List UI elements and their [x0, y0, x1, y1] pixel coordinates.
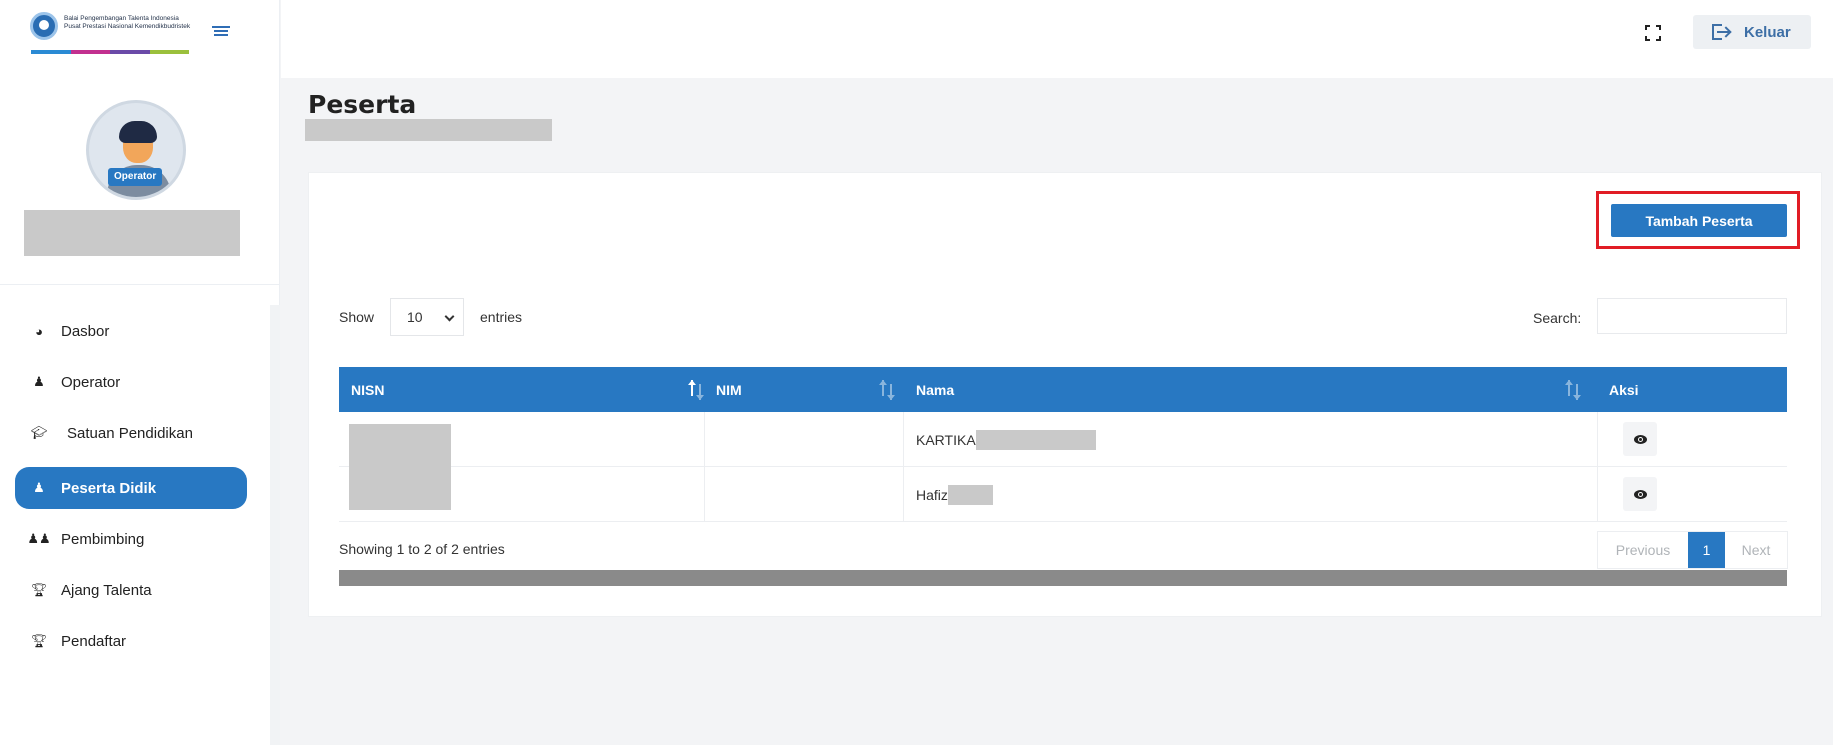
pagination-next[interactable]: Next: [1725, 532, 1787, 568]
column-label: NIM: [716, 381, 742, 398]
sort-icon: [879, 380, 896, 400]
sidebar-item-operator[interactable]: ♟ Operator: [15, 361, 247, 403]
entries-select[interactable]: 10: [390, 298, 464, 336]
column-header-aksi: Aksi: [1609, 367, 1759, 412]
logout-button[interactable]: Keluar: [1693, 15, 1811, 49]
user-icon: ♟: [33, 480, 45, 495]
sidebar-divider: [0, 284, 280, 285]
sidebar: Balai Pengembangan Talenta Indonesia Pus…: [0, 0, 280, 745]
column-header-nama[interactable]: Nama: [916, 367, 1586, 412]
sidebar-item-label: Ajang Talenta: [61, 581, 152, 599]
chevron-down-icon: [444, 311, 455, 322]
table-header: NISN NIM Nama Aksi: [339, 367, 1787, 412]
horizontal-scrollbar[interactable]: [339, 570, 1787, 586]
logo-text: Balai Pengembangan Talenta Indonesia Pus…: [64, 15, 191, 30]
column-label: NISN: [351, 381, 385, 398]
column-label: Aksi: [1609, 381, 1639, 398]
search-label: Search:: [1533, 310, 1582, 326]
entries-value: 10: [407, 309, 423, 325]
column-label: Nama: [916, 381, 955, 398]
user-icon: ♟: [33, 374, 45, 389]
column-divider: [1597, 412, 1598, 522]
sidebar-item-ajang-talenta[interactable]: 🏆︎ Ajang Talenta: [15, 569, 247, 611]
sidebar-item-label: Pendaftar: [61, 632, 127, 650]
column-divider: [704, 412, 705, 522]
role-badge: Operator: [108, 168, 163, 186]
topbar: [281, 0, 1833, 78]
sidebar-item-pendaftar[interactable]: 🏆︎ Pendaftar: [15, 620, 247, 662]
pagination-previous[interactable]: Previous: [1598, 532, 1688, 568]
eye-icon: [1633, 434, 1647, 444]
view-button[interactable]: [1623, 422, 1657, 456]
nama-cell: KARTIKA: [916, 412, 1096, 467]
sidebar-item-peserta-didik[interactable]: ♟ Peserta Didik: [15, 467, 247, 509]
eye-icon: [1633, 489, 1647, 499]
sidebar-item-label: Satuan Pendidikan: [67, 424, 193, 442]
sidebar-item-label: Pembimbing: [61, 530, 145, 548]
sort-icon: [1565, 380, 1582, 400]
graduation-cap-icon: 🎓︎: [30, 425, 48, 440]
entries-label: entries: [480, 309, 523, 325]
nisn-redacted: [349, 424, 451, 510]
trophy-icon: 🏆︎: [30, 633, 48, 648]
page-title: Peserta: [308, 90, 417, 119]
sidebar-item-pembimbing[interactable]: ♟♟ Pembimbing: [15, 518, 247, 560]
users-icon: ♟♟: [27, 531, 51, 546]
logout-label: Keluar: [1744, 23, 1791, 41]
dashboard-icon: ◕: [35, 323, 43, 339]
menu-toggle-icon[interactable]: [212, 26, 230, 38]
column-divider: [903, 412, 904, 522]
column-header-nim[interactable]: NIM: [716, 367, 906, 412]
trophy-icon: 🏆︎: [30, 582, 48, 597]
search-input[interactable]: [1597, 298, 1787, 334]
user-name-redacted: [24, 210, 240, 256]
sidebar-item-dasbor[interactable]: ◕ Dasbor: [15, 310, 247, 352]
add-participant-button[interactable]: Tambah Peserta: [1611, 204, 1787, 237]
logo: Balai Pengembangan Talenta Indonesia Pus…: [28, 10, 190, 56]
show-label: Show: [339, 309, 375, 325]
logout-icon: [1712, 24, 1730, 40]
pagination-page-1[interactable]: 1: [1688, 532, 1725, 568]
logo-color-bar: [31, 50, 189, 54]
view-button[interactable]: [1623, 477, 1657, 511]
nama-cell: Hafiz: [916, 467, 993, 522]
nama-value: Hafiz: [916, 486, 948, 503]
pagination: Previous 1 Next: [1597, 531, 1788, 569]
sidebar-item-label: Dasbor: [61, 322, 110, 340]
table-row: KARTIKA: [339, 412, 1787, 467]
table-row: Hafiz: [339, 467, 1787, 522]
fullscreen-icon[interactable]: [1645, 25, 1661, 41]
redacted-block: [975, 429, 1096, 450]
column-header-nisn[interactable]: NISN: [351, 367, 704, 412]
sidebar-item-satuan-pendidikan[interactable]: 🎓︎ Satuan Pendidikan: [15, 412, 247, 454]
sidebar-item-label: Peserta Didik: [61, 479, 157, 497]
nama-value: KARTIKA: [916, 431, 976, 448]
redacted-block: [947, 484, 993, 505]
logo-emblem-icon: [30, 12, 58, 40]
sidebar-item-label: Operator: [61, 373, 121, 391]
sidebar-scrollbar[interactable]: [270, 305, 280, 745]
table-info: Showing 1 to 2 of 2 entries: [339, 541, 505, 557]
breadcrumb-redacted: [305, 119, 552, 141]
sort-icon: [688, 380, 705, 400]
